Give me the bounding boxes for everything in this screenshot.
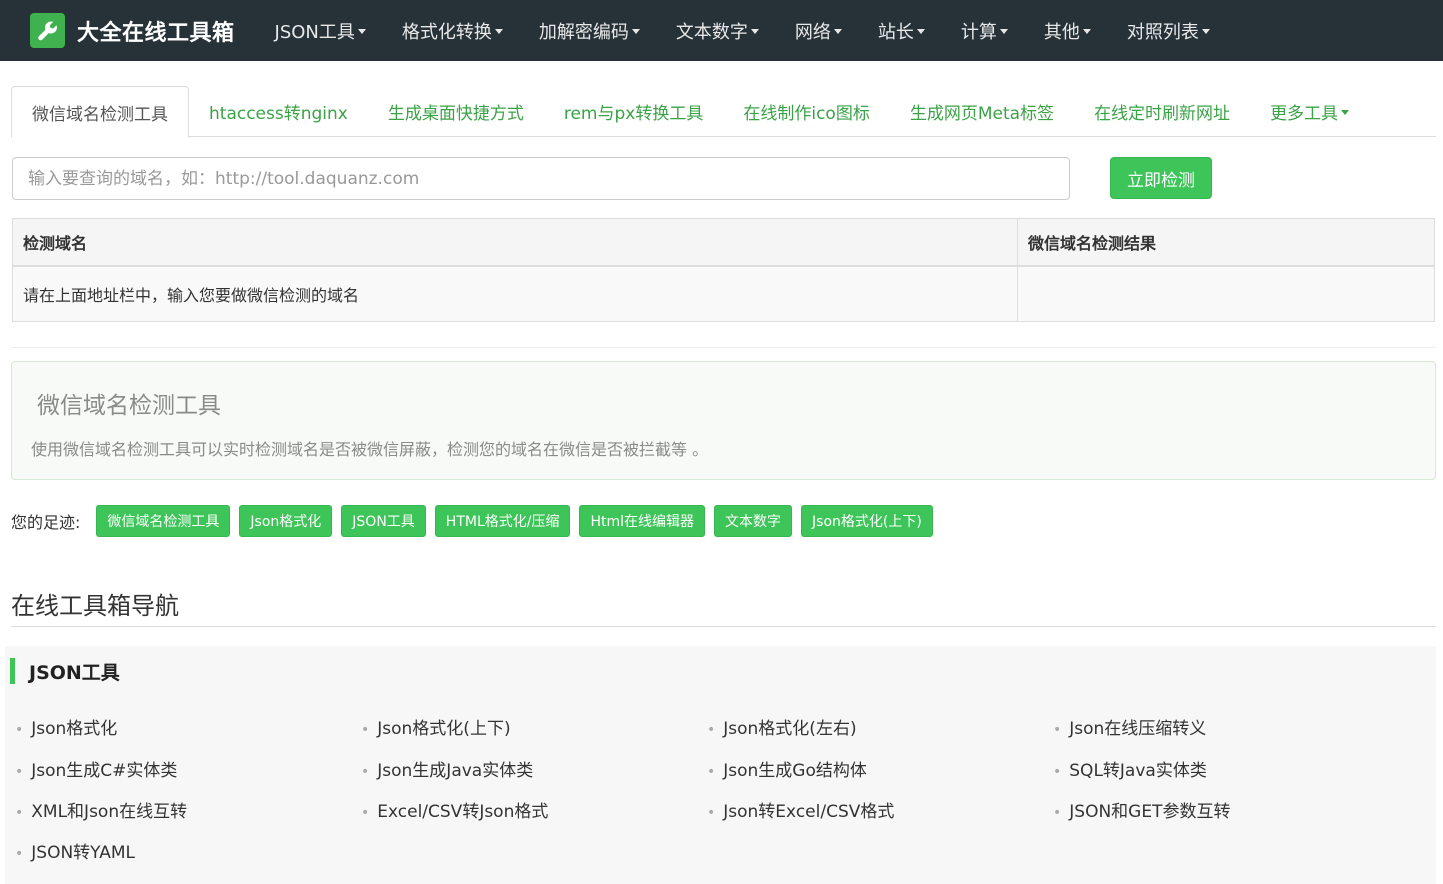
caret-down-icon — [357, 29, 366, 34]
caret-down-icon — [631, 29, 640, 34]
nav-label: 格式化转换 — [401, 21, 492, 43]
info-description: 使用微信域名检测工具可以实时检测域名是否被微信屏蔽，检测您的域名在微信是否被拦截… — [31, 440, 709, 459]
nav-encrypt-encode[interactable]: 加解密编码 — [521, 0, 658, 61]
top-navbar: 大全在线工具箱 JSON工具 格式化转换 加解密编码 文本数字 网络 站长 计算… — [0, 0, 1443, 61]
divider — [11, 347, 1436, 348]
domain-input[interactable] — [12, 157, 1070, 200]
tab-auto-refresh-url[interactable]: 在线定时刷新网址 — [1074, 86, 1250, 137]
table-header-domain: 检测域名 — [12, 218, 1018, 267]
tab-meta-tags[interactable]: 生成网页Meta标签 — [890, 86, 1074, 137]
wrench-icon — [30, 13, 65, 48]
nav-network[interactable]: 网络 — [777, 0, 860, 61]
nav-label: 对照列表 — [1126, 21, 1199, 43]
category-link[interactable]: JSON转YAML — [15, 838, 135, 863]
caret-down-icon — [1201, 29, 1210, 34]
footprint-tag[interactable]: Json格式化(上下) — [801, 505, 933, 537]
tab-desktop-shortcut[interactable]: 生成桌面快捷方式 — [368, 86, 544, 137]
brand-name: 大全在线工具箱 — [77, 20, 235, 46]
category-link[interactable]: Json在线压缩转义 — [1053, 714, 1206, 739]
caret-down-icon — [494, 29, 503, 34]
brand[interactable]: 大全在线工具箱 — [30, 13, 235, 48]
category-link[interactable]: Json生成Go结构体 — [707, 756, 867, 781]
footprint-label: 您的足迹: — [11, 513, 81, 532]
nav-calculate[interactable]: 计算 — [943, 0, 1026, 61]
nav-json-tools[interactable]: JSON工具 — [257, 0, 384, 61]
nav-other[interactable]: 其他 — [1026, 0, 1109, 61]
tab-rem-px-convert[interactable]: rem与px转换工具 — [544, 86, 724, 137]
category-link[interactable]: Json格式化(左右) — [707, 714, 856, 739]
caret-down-icon — [833, 29, 842, 34]
table-cell-domain: 请在上面地址栏中，输入您要做微信检测的域名 — [12, 265, 1018, 322]
table-row: 请在上面地址栏中，输入您要做微信检测的域名 — [12, 265, 1435, 322]
category-link[interactable]: Excel/CSV转Json格式 — [361, 797, 548, 822]
category-link[interactable]: Json格式化(上下) — [361, 714, 510, 739]
tab-htaccess-to-nginx[interactable]: htaccess转nginx — [189, 86, 368, 137]
footprint-bar: 您的足迹: 微信域名检测工具 Json格式化 JSON工具 HTML格式化/压缩… — [11, 505, 942, 537]
nav-label: 站长 — [877, 21, 914, 43]
table-header-result: 微信域名检测结果 — [1017, 218, 1435, 267]
nav-label: 网络 — [794, 21, 831, 43]
nav-label: JSON工具 — [274, 21, 355, 43]
caret-down-icon — [1341, 110, 1350, 115]
tab-label: 更多工具 — [1270, 104, 1339, 124]
category-link[interactable]: Json格式化 — [15, 714, 117, 739]
tab-ico-maker[interactable]: 在线制作ico图标 — [723, 86, 889, 137]
footprint-tag[interactable]: Html在线编辑器 — [579, 505, 706, 537]
info-title: 微信域名检测工具 — [37, 393, 221, 419]
divider — [11, 626, 1436, 627]
category-link[interactable]: SQL转Java实体类 — [1053, 756, 1207, 781]
category-link[interactable]: XML和Json在线互转 — [15, 797, 187, 822]
nav-label: 加解密编码 — [538, 21, 629, 43]
tab-more-tools[interactable]: 更多工具 — [1250, 86, 1369, 137]
nav-label: 其他 — [1043, 21, 1080, 43]
footprint-tag[interactable]: 文本数字 — [714, 505, 793, 537]
footprint-tag[interactable]: 微信域名检测工具 — [96, 505, 231, 537]
toolbox-nav-heading: 在线工具箱导航 — [11, 592, 179, 620]
category-title: JSON工具 — [10, 658, 120, 684]
search-row: 立即检测 — [12, 157, 1436, 200]
footprint-tag[interactable]: HTML格式化/压缩 — [434, 505, 571, 537]
caret-down-icon — [750, 29, 759, 34]
tool-info-panel: 微信域名检测工具 使用微信域名检测工具可以实时检测域名是否被微信屏蔽，检测您的域… — [11, 361, 1436, 480]
category-link[interactable]: Json转Excel/CSV格式 — [707, 797, 894, 822]
nav-webmaster[interactable]: 站长 — [860, 0, 943, 61]
nav-label: 计算 — [960, 21, 997, 43]
nav-format-convert[interactable]: 格式化转换 — [384, 0, 521, 61]
tab-wechat-domain-check[interactable]: 微信域名检测工具 — [11, 86, 189, 138]
footprint-tag[interactable]: JSON工具 — [341, 505, 426, 537]
tool-tabs: 微信域名检测工具 htaccess转nginx 生成桌面快捷方式 rem与px转… — [11, 86, 1436, 138]
category-link[interactable]: JSON和GET参数互转 — [1053, 797, 1230, 822]
caret-down-icon — [1082, 29, 1091, 34]
table-header-row: 检测域名 微信域名检测结果 — [12, 218, 1435, 267]
nav-text-number[interactable]: 文本数字 — [658, 0, 777, 61]
result-table: 检测域名 微信域名检测结果 请在上面地址栏中，输入您要做微信检测的域名 — [12, 218, 1435, 322]
caret-down-icon — [916, 29, 925, 34]
nav-reference-lists[interactable]: 对照列表 — [1109, 0, 1228, 61]
check-now-button[interactable]: 立即检测 — [1110, 157, 1212, 199]
nav-label: 文本数字 — [675, 21, 748, 43]
table-cell-result — [1017, 265, 1435, 322]
category-panel-json: JSON工具 Json格式化 Json格式化(上下) Json格式化(左右) J… — [5, 646, 1436, 884]
caret-down-icon — [999, 29, 1008, 34]
category-link[interactable]: Json生成Java实体类 — [361, 756, 533, 781]
category-link[interactable]: Json生成C#实体类 — [15, 756, 177, 781]
footprint-tag[interactable]: Json格式化 — [239, 505, 333, 537]
